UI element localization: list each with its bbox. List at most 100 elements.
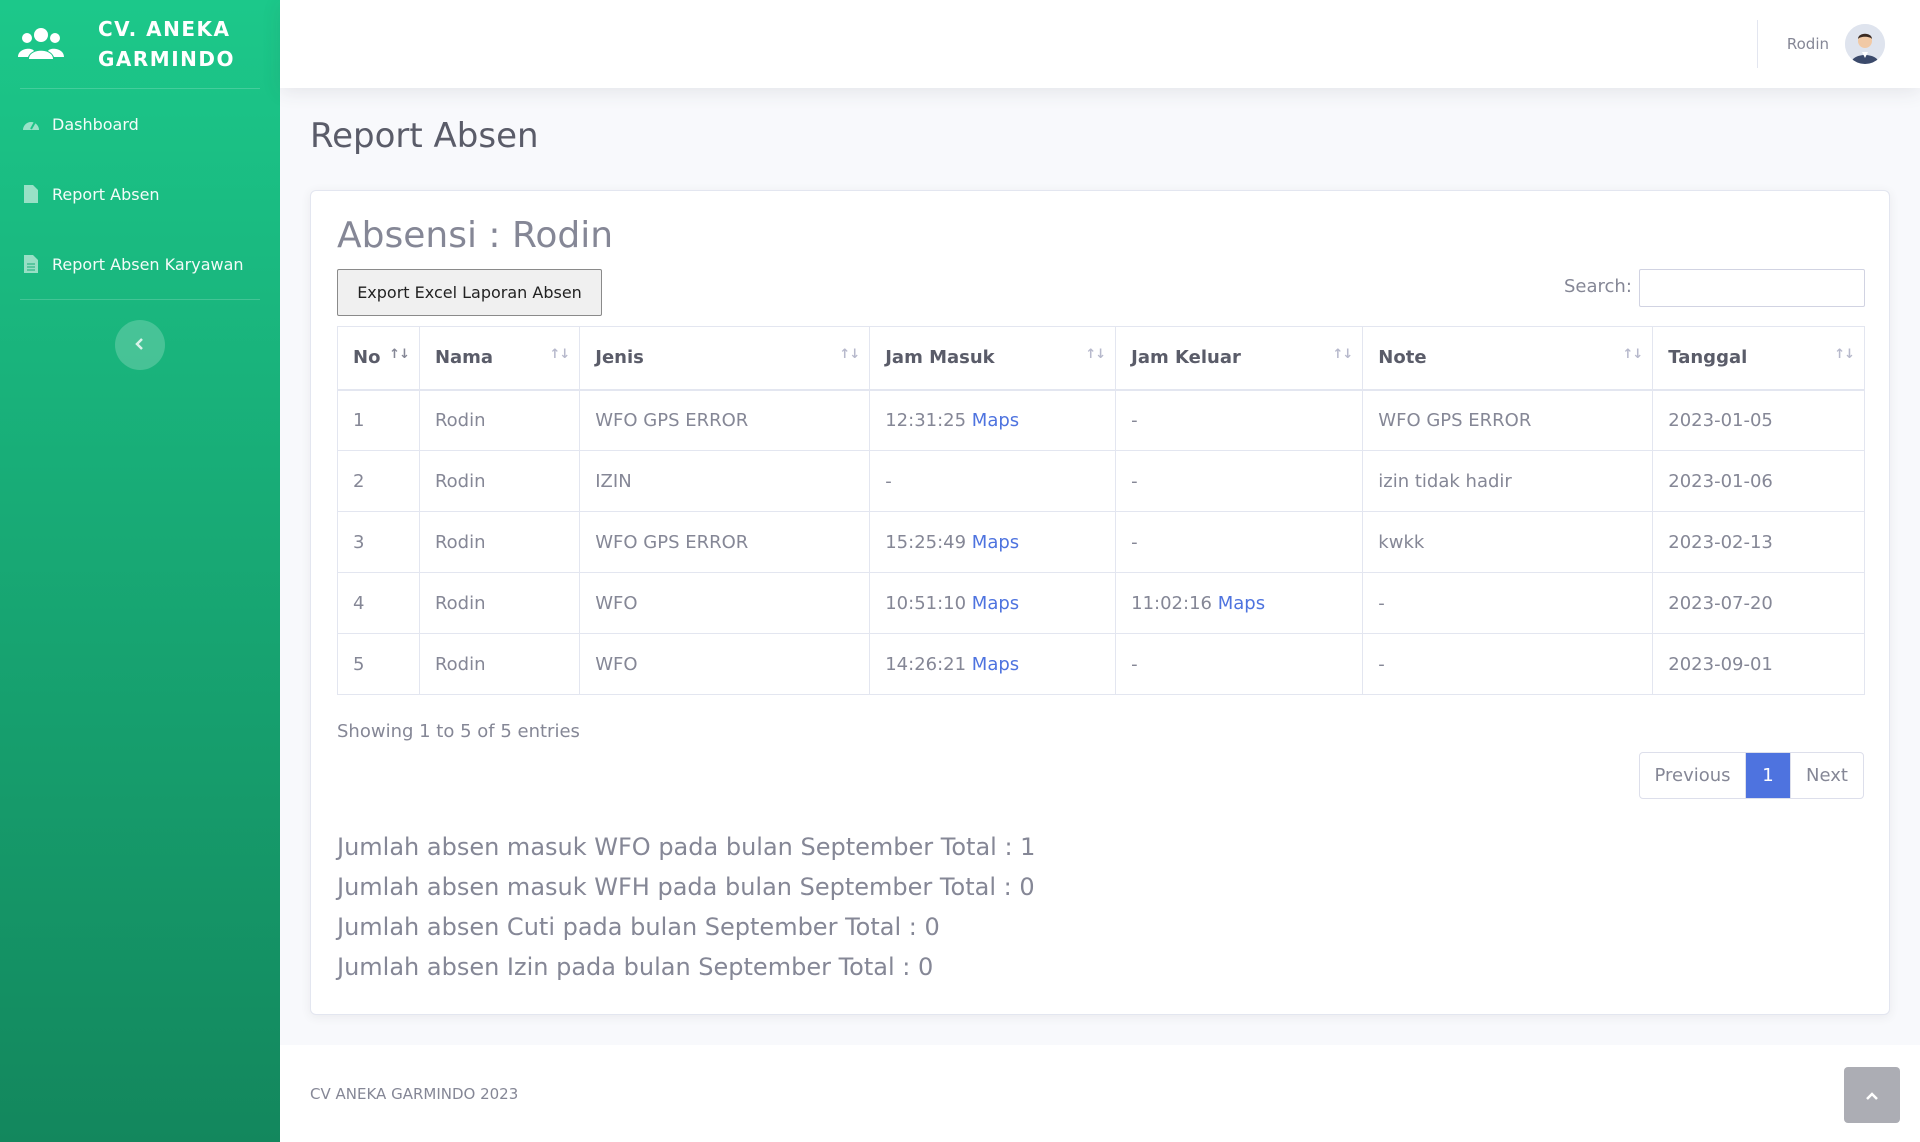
sort-icon: ↑↓: [1622, 347, 1643, 362]
cell-nama: Rodin: [418, 572, 581, 634]
file-icon: [22, 185, 40, 203]
scroll-to-top-button[interactable]: [1844, 1067, 1900, 1123]
summary-wfh: Jumlah absen masuk WFH pada bulan Septem…: [337, 873, 1035, 901]
maps-link[interactable]: Maps: [1218, 593, 1265, 614]
cell-jam-keluar: -: [1115, 389, 1364, 451]
cell-no: 2: [337, 450, 420, 512]
cell-jam-keluar: 11:02:16 Maps: [1115, 572, 1364, 634]
table-info: Showing 1 to 5 of 5 entries: [337, 721, 580, 742]
cell-jam-masuk: 12:31:25 Maps: [869, 389, 1117, 451]
maps-link[interactable]: Maps: [972, 593, 1019, 614]
user-dropdown[interactable]: Rodin: [1787, 22, 1885, 66]
cell-no: 1: [337, 389, 420, 451]
column-header-nama[interactable]: Nama ↑↓: [418, 326, 581, 391]
cell-tanggal: 2023-01-05: [1652, 389, 1865, 451]
summary-cuti: Jumlah absen Cuti pada bulan September T…: [337, 913, 940, 941]
cell-tanggal: 2023-07-20: [1652, 572, 1865, 634]
pagination-previous[interactable]: Previous: [1640, 753, 1746, 798]
summary-wfo: Jumlah absen masuk WFO pada bulan Septem…: [337, 833, 1036, 861]
cell-tanggal: 2023-01-06: [1652, 450, 1865, 512]
brand-name: CV. ANEKA GARMINDO: [98, 17, 235, 71]
sidebar-item-label: Report Absen Karyawan: [52, 254, 244, 274]
cell-jenis: WFO GPS ERROR: [579, 389, 871, 451]
sort-icon: ↑↓: [549, 347, 570, 362]
cell-no: 3: [337, 511, 420, 573]
sort-icon: ↑↓: [389, 347, 410, 362]
table-row: 3 Rodin WFO GPS ERROR 15:25:49 Maps - kw…: [337, 511, 1865, 573]
sidebar: CV. ANEKA GARMINDO Dashboard Report Abse…: [0, 0, 280, 1142]
table-row: 2 Rodin IZIN - - izin tidak hadir 2023-0…: [337, 450, 1865, 512]
sort-icon: ↑↓: [1085, 347, 1106, 362]
sidebar-toggle-button[interactable]: [115, 320, 165, 370]
cell-jam-keluar: -: [1115, 450, 1364, 512]
maps-link[interactable]: Maps: [972, 654, 1019, 675]
sidebar-item-report-absen[interactable]: Report Absen: [0, 159, 280, 229]
cell-jenis: WFO: [579, 633, 871, 695]
cell-jenis: WFO: [579, 572, 871, 634]
column-header-jam-keluar[interactable]: Jam Keluar ↑↓: [1115, 326, 1364, 391]
cell-no: 4: [337, 572, 420, 634]
cell-note: kwkk: [1362, 511, 1654, 573]
table-row: 5 Rodin WFO 14:26:21 Maps - - 2023-09-01: [337, 633, 1865, 695]
cell-tanggal: 2023-02-13: [1652, 511, 1865, 573]
absen-table: No ↑↓ Nama ↑↓ Jenis ↑↓ Jam Masuk ↑↓ Jam Kelu…: [337, 326, 1865, 695]
cell-jenis: WFO GPS ERROR: [579, 511, 871, 573]
cell-no: 5: [337, 633, 420, 695]
card-title: Absensi : Rodin: [337, 215, 614, 256]
column-header-note[interactable]: Note ↑↓: [1362, 326, 1654, 391]
pagination-page-1[interactable]: 1: [1746, 753, 1790, 798]
cell-nama: Rodin: [418, 450, 581, 512]
topbar: Rodin: [280, 0, 1920, 88]
pagination-next[interactable]: Next: [1790, 753, 1863, 798]
pagination: Previous 1 Next: [1639, 752, 1864, 799]
summary: Jumlah absen masuk WFO pada bulan Septem…: [337, 827, 1035, 987]
cell-note: WFO GPS ERROR: [1362, 389, 1654, 451]
page-title: Report Absen: [310, 116, 539, 156]
file-alt-icon: [22, 255, 40, 273]
chevron-up-icon: [1865, 1086, 1879, 1105]
table-header-row: No ↑↓ Nama ↑↓ Jenis ↑↓ Jam Masuk ↑↓ Jam Kelu…: [337, 326, 1865, 391]
sort-icon: ↑↓: [1332, 347, 1354, 362]
cell-jam-keluar: -: [1115, 633, 1364, 695]
users-icon: [18, 24, 64, 64]
column-header-no[interactable]: No ↑↓: [337, 326, 420, 391]
topbar-divider: [1757, 20, 1758, 68]
sidebar-item-report-absen-karyawan[interactable]: Report Absen Karyawan: [0, 229, 280, 299]
brand[interactable]: CV. ANEKA GARMINDO: [0, 0, 280, 88]
export-excel-button[interactable]: Export Excel Laporan Absen: [337, 269, 602, 316]
cell-note: izin tidak hadir: [1362, 450, 1654, 512]
cell-note: -: [1362, 633, 1654, 695]
user-name: Rodin: [1786, 35, 1829, 53]
footer-copyright: CV ANEKA GARMINDO 2023: [310, 1085, 519, 1103]
cell-jenis: IZIN: [579, 450, 871, 512]
table-row: 1 Rodin WFO GPS ERROR 12:31:25 Maps - WF…: [337, 389, 1865, 451]
column-header-jenis[interactable]: Jenis ↑↓: [579, 326, 871, 391]
tachometer-icon: [22, 115, 40, 133]
footer: CV ANEKA GARMINDO 2023: [280, 1045, 1920, 1142]
sort-icon: ↑↓: [1834, 347, 1855, 362]
column-header-jam-masuk[interactable]: Jam Masuk ↑↓: [869, 326, 1117, 391]
search-input[interactable]: [1639, 269, 1865, 307]
summary-izin: Jumlah absen Izin pada bulan September T…: [337, 953, 934, 981]
table-row: 4 Rodin WFO 10:51:10 Maps 11:02:16 Maps …: [337, 572, 1865, 634]
sidebar-item-label: Dashboard: [52, 114, 139, 134]
cell-jam-keluar: -: [1115, 511, 1364, 573]
cell-nama: Rodin: [418, 633, 581, 695]
maps-link[interactable]: Maps: [972, 532, 1019, 553]
avatar: [1845, 24, 1885, 64]
sidebar-item-dashboard[interactable]: Dashboard: [0, 89, 280, 159]
cell-jam-masuk: -: [869, 450, 1117, 512]
chevron-left-icon: [134, 336, 146, 355]
search-label: Search:: [1564, 276, 1632, 297]
sidebar-item-label: Report Absen: [52, 184, 160, 204]
cell-jam-masuk: 15:25:49 Maps: [869, 511, 1117, 573]
report-card: Absensi : Rodin Export Excel Laporan Abs…: [310, 190, 1890, 1015]
cell-nama: Rodin: [418, 511, 581, 573]
cell-jam-masuk: 10:51:10 Maps: [869, 572, 1117, 634]
cell-nama: Rodin: [418, 389, 581, 451]
column-header-tanggal[interactable]: Tanggal ↑↓: [1652, 326, 1865, 391]
sort-icon: ↑↓: [839, 347, 860, 362]
cell-tanggal: 2023-09-01: [1652, 633, 1865, 695]
sidebar-divider: [20, 299, 260, 300]
maps-link[interactable]: Maps: [972, 410, 1019, 431]
